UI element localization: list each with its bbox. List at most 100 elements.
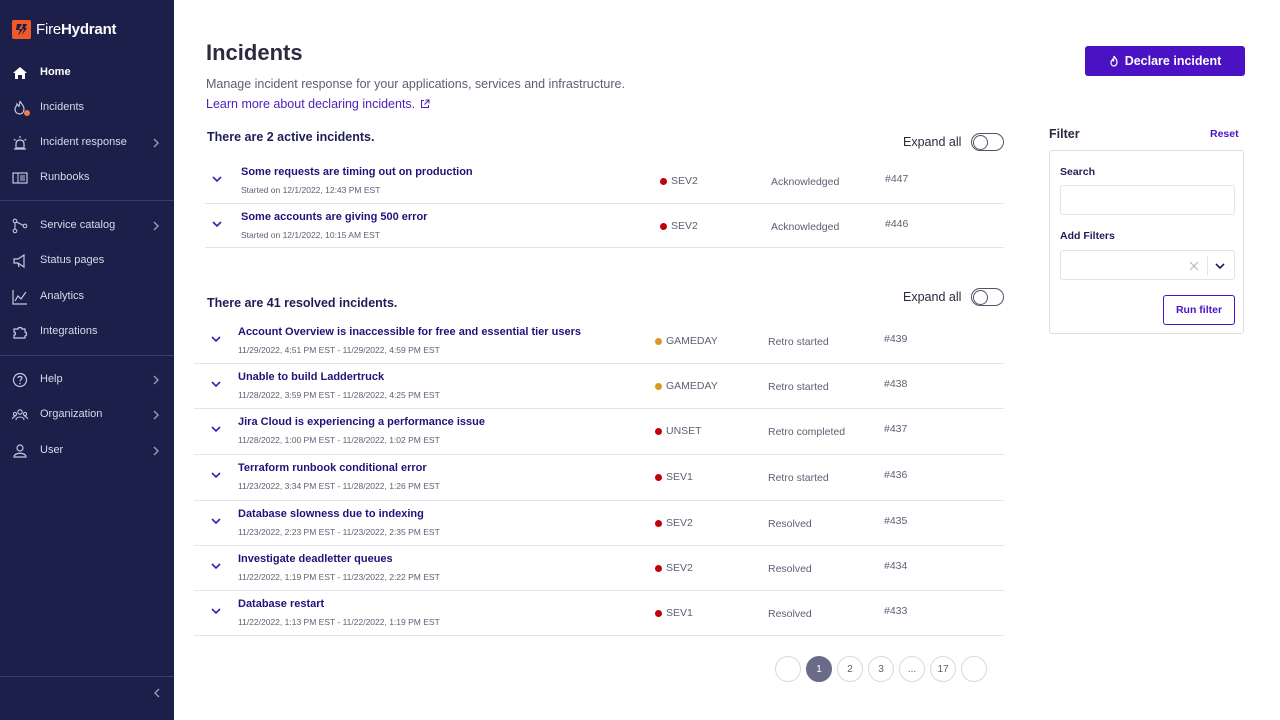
sidebar-item-status-pages[interactable]: Status pages — [0, 246, 174, 276]
severity-label: SEV2 — [671, 175, 698, 187]
clear-icon[interactable] — [1188, 260, 1200, 272]
declare-incident-label: Declare incident — [1124, 54, 1222, 68]
incident-timestamp: Started on 12/1/2022, 10:15 AM EST — [241, 230, 380, 240]
incident-number: #437 — [884, 423, 908, 435]
incident-title-link[interactable]: Terraform runbook conditional error — [238, 462, 427, 474]
severity-label: GAMEDAY — [666, 335, 718, 347]
incident-row[interactable]: Account Overview is inaccessible for fre… — [194, 319, 1004, 364]
pagination-next-button[interactable] — [961, 656, 987, 682]
incident-title-link[interactable]: Some requests are timing out on producti… — [241, 166, 473, 178]
incident-title-link[interactable]: Jira Cloud is experiencing a performance… — [238, 416, 485, 428]
severity-label: SEV2 — [666, 562, 693, 574]
pagination-page-1[interactable]: 1 — [806, 656, 832, 682]
incident-title-link[interactable]: Database restart — [238, 598, 324, 610]
expand-all-active-toggle[interactable] — [971, 133, 1004, 151]
search-input[interactable] — [1060, 185, 1235, 215]
sidebar-item-incident-response[interactable]: Incident response — [0, 128, 174, 158]
pagination-page-17[interactable]: 17 — [930, 656, 956, 682]
chevron-down-icon[interactable] — [210, 469, 222, 481]
sidebar-item-home[interactable]: Home — [0, 58, 174, 88]
incident-timestamp: 11/29/2022, 4:51 PM EST - 11/29/2022, 4:… — [238, 345, 440, 355]
learn-more-link[interactable]: Learn more about declaring incidents. — [206, 97, 430, 111]
severity-dot — [655, 609, 662, 617]
sidebar-item-label: Analytics — [40, 290, 85, 302]
chevron-down-icon[interactable] — [210, 333, 222, 345]
incident-title-link[interactable]: Database slowness due to indexing — [238, 508, 424, 520]
filter-reset-link[interactable]: Reset — [1210, 128, 1239, 140]
firehydrant-logo[interactable]: FireHydrant — [12, 19, 117, 39]
incident-row[interactable]: Terraform runbook conditional error 11/23… — [194, 455, 1004, 501]
chevron-down-icon[interactable] — [210, 423, 222, 435]
incident-timestamp: 11/28/2022, 3:59 PM EST - 11/28/2022, 4:… — [238, 390, 440, 400]
add-filters-select[interactable] — [1060, 250, 1235, 280]
incident-row[interactable]: Database slowness due to indexing 11/23/2… — [194, 501, 1004, 546]
expand-all-resolved-toggle[interactable] — [971, 288, 1004, 306]
external-link-icon — [421, 99, 430, 108]
incident-row[interactable]: Some requests are timing out on producti… — [205, 159, 1004, 204]
notification-dot — [24, 110, 30, 116]
brand-name: FireHydrant — [36, 20, 117, 38]
incident-row[interactable]: Investigate deadletter queues 11/22/2022,… — [194, 546, 1004, 591]
severity-badge: UNSET — [655, 425, 702, 437]
sidebar-item-service-catalog[interactable]: Service catalog — [0, 211, 174, 241]
incident-title-link[interactable]: Investigate deadletter queues — [238, 553, 393, 565]
flame-icon — [1110, 55, 1118, 67]
incident-timestamp: 11/28/2022, 1:00 PM EST - 11/28/2022, 1:… — [238, 435, 440, 445]
incident-status: Resolved — [768, 563, 812, 575]
pagination-prev-button[interactable] — [775, 656, 801, 682]
severity-dot — [660, 222, 667, 230]
filter-title: Filter — [1049, 127, 1080, 141]
sidebar-item-help[interactable]: Help — [0, 365, 174, 395]
sidebar-item-label: Service catalog — [40, 219, 116, 231]
incident-number: #439 — [884, 333, 908, 345]
firehydrant-logo-icon — [12, 19, 31, 39]
severity-dot — [655, 337, 662, 345]
declare-incident-button[interactable]: Declare incident — [1085, 46, 1245, 76]
severity-badge: SEV2 — [660, 220, 698, 232]
incident-row[interactable]: Some accounts are giving 500 error Starte… — [205, 204, 1004, 248]
learn-more-label: Learn more about declaring incidents. — [206, 97, 416, 111]
sidebar-item-label: Runbooks — [40, 171, 90, 183]
add-filters-label: Add Filters — [1060, 230, 1115, 242]
incident-row[interactable]: Database restart 11/22/2022, 1:13 PM EST … — [194, 591, 1004, 636]
sidebar-item-label: Status pages — [40, 254, 105, 266]
incident-status: Acknowledged — [771, 221, 840, 233]
incident-number: #446 — [885, 218, 909, 230]
pagination-ellipsis[interactable]: ... — [899, 656, 925, 682]
severity-dot — [660, 177, 667, 185]
incident-row[interactable]: Unable to build Laddertruck 11/28/2022, 3… — [194, 364, 1004, 409]
sidebar-item-incidents[interactable]: Incidents — [0, 93, 174, 123]
pagination-page-2[interactable]: 2 — [837, 656, 863, 682]
pagination-page-3[interactable]: 3 — [868, 656, 894, 682]
sidebar-item-integrations[interactable]: Integrations — [0, 317, 174, 347]
sidebar-item-label: Home — [40, 66, 71, 78]
sidebar-item-organization[interactable]: Organization — [0, 400, 174, 430]
severity-badge: GAMEDAY — [655, 380, 718, 392]
sidebar-item-runbooks[interactable]: Runbooks — [0, 163, 174, 193]
resolved-incidents-heading: There are 41 resolved incidents. — [207, 296, 398, 310]
chevron-right-icon — [153, 446, 159, 456]
sidebar-item-user[interactable]: User — [0, 436, 174, 466]
user-icon — [13, 444, 27, 458]
sidebar-item-analytics[interactable]: Analytics — [0, 282, 174, 312]
chevron-down-icon[interactable] — [210, 605, 222, 617]
incident-number: #433 — [884, 605, 908, 617]
chevron-down-icon[interactable] — [210, 560, 222, 572]
incident-title-link[interactable]: Account Overview is inaccessible for fre… — [238, 326, 581, 338]
incident-title-link[interactable]: Some accounts are giving 500 error — [241, 211, 427, 223]
chevron-down-icon[interactable] — [1214, 260, 1226, 272]
chevron-right-icon — [153, 410, 159, 420]
run-filter-button[interactable]: Run filter — [1163, 295, 1235, 325]
incident-title-link[interactable]: Unable to build Laddertruck — [238, 371, 384, 383]
expand-all-label: Expand all — [903, 135, 962, 149]
sidebar-item-label: Integrations — [40, 325, 98, 337]
chevron-down-icon[interactable] — [210, 515, 222, 527]
collapse-sidebar-chevron-icon[interactable] — [150, 686, 164, 700]
chevron-down-icon[interactable] — [210, 378, 222, 390]
incident-row[interactable]: Jira Cloud is experiencing a performance… — [194, 409, 1004, 455]
chevron-down-icon[interactable] — [211, 173, 223, 185]
severity-label: UNSET — [666, 425, 702, 437]
chart-line-icon — [12, 290, 27, 305]
chevron-down-icon[interactable] — [211, 218, 223, 230]
severity-badge: SEV2 — [655, 562, 693, 574]
